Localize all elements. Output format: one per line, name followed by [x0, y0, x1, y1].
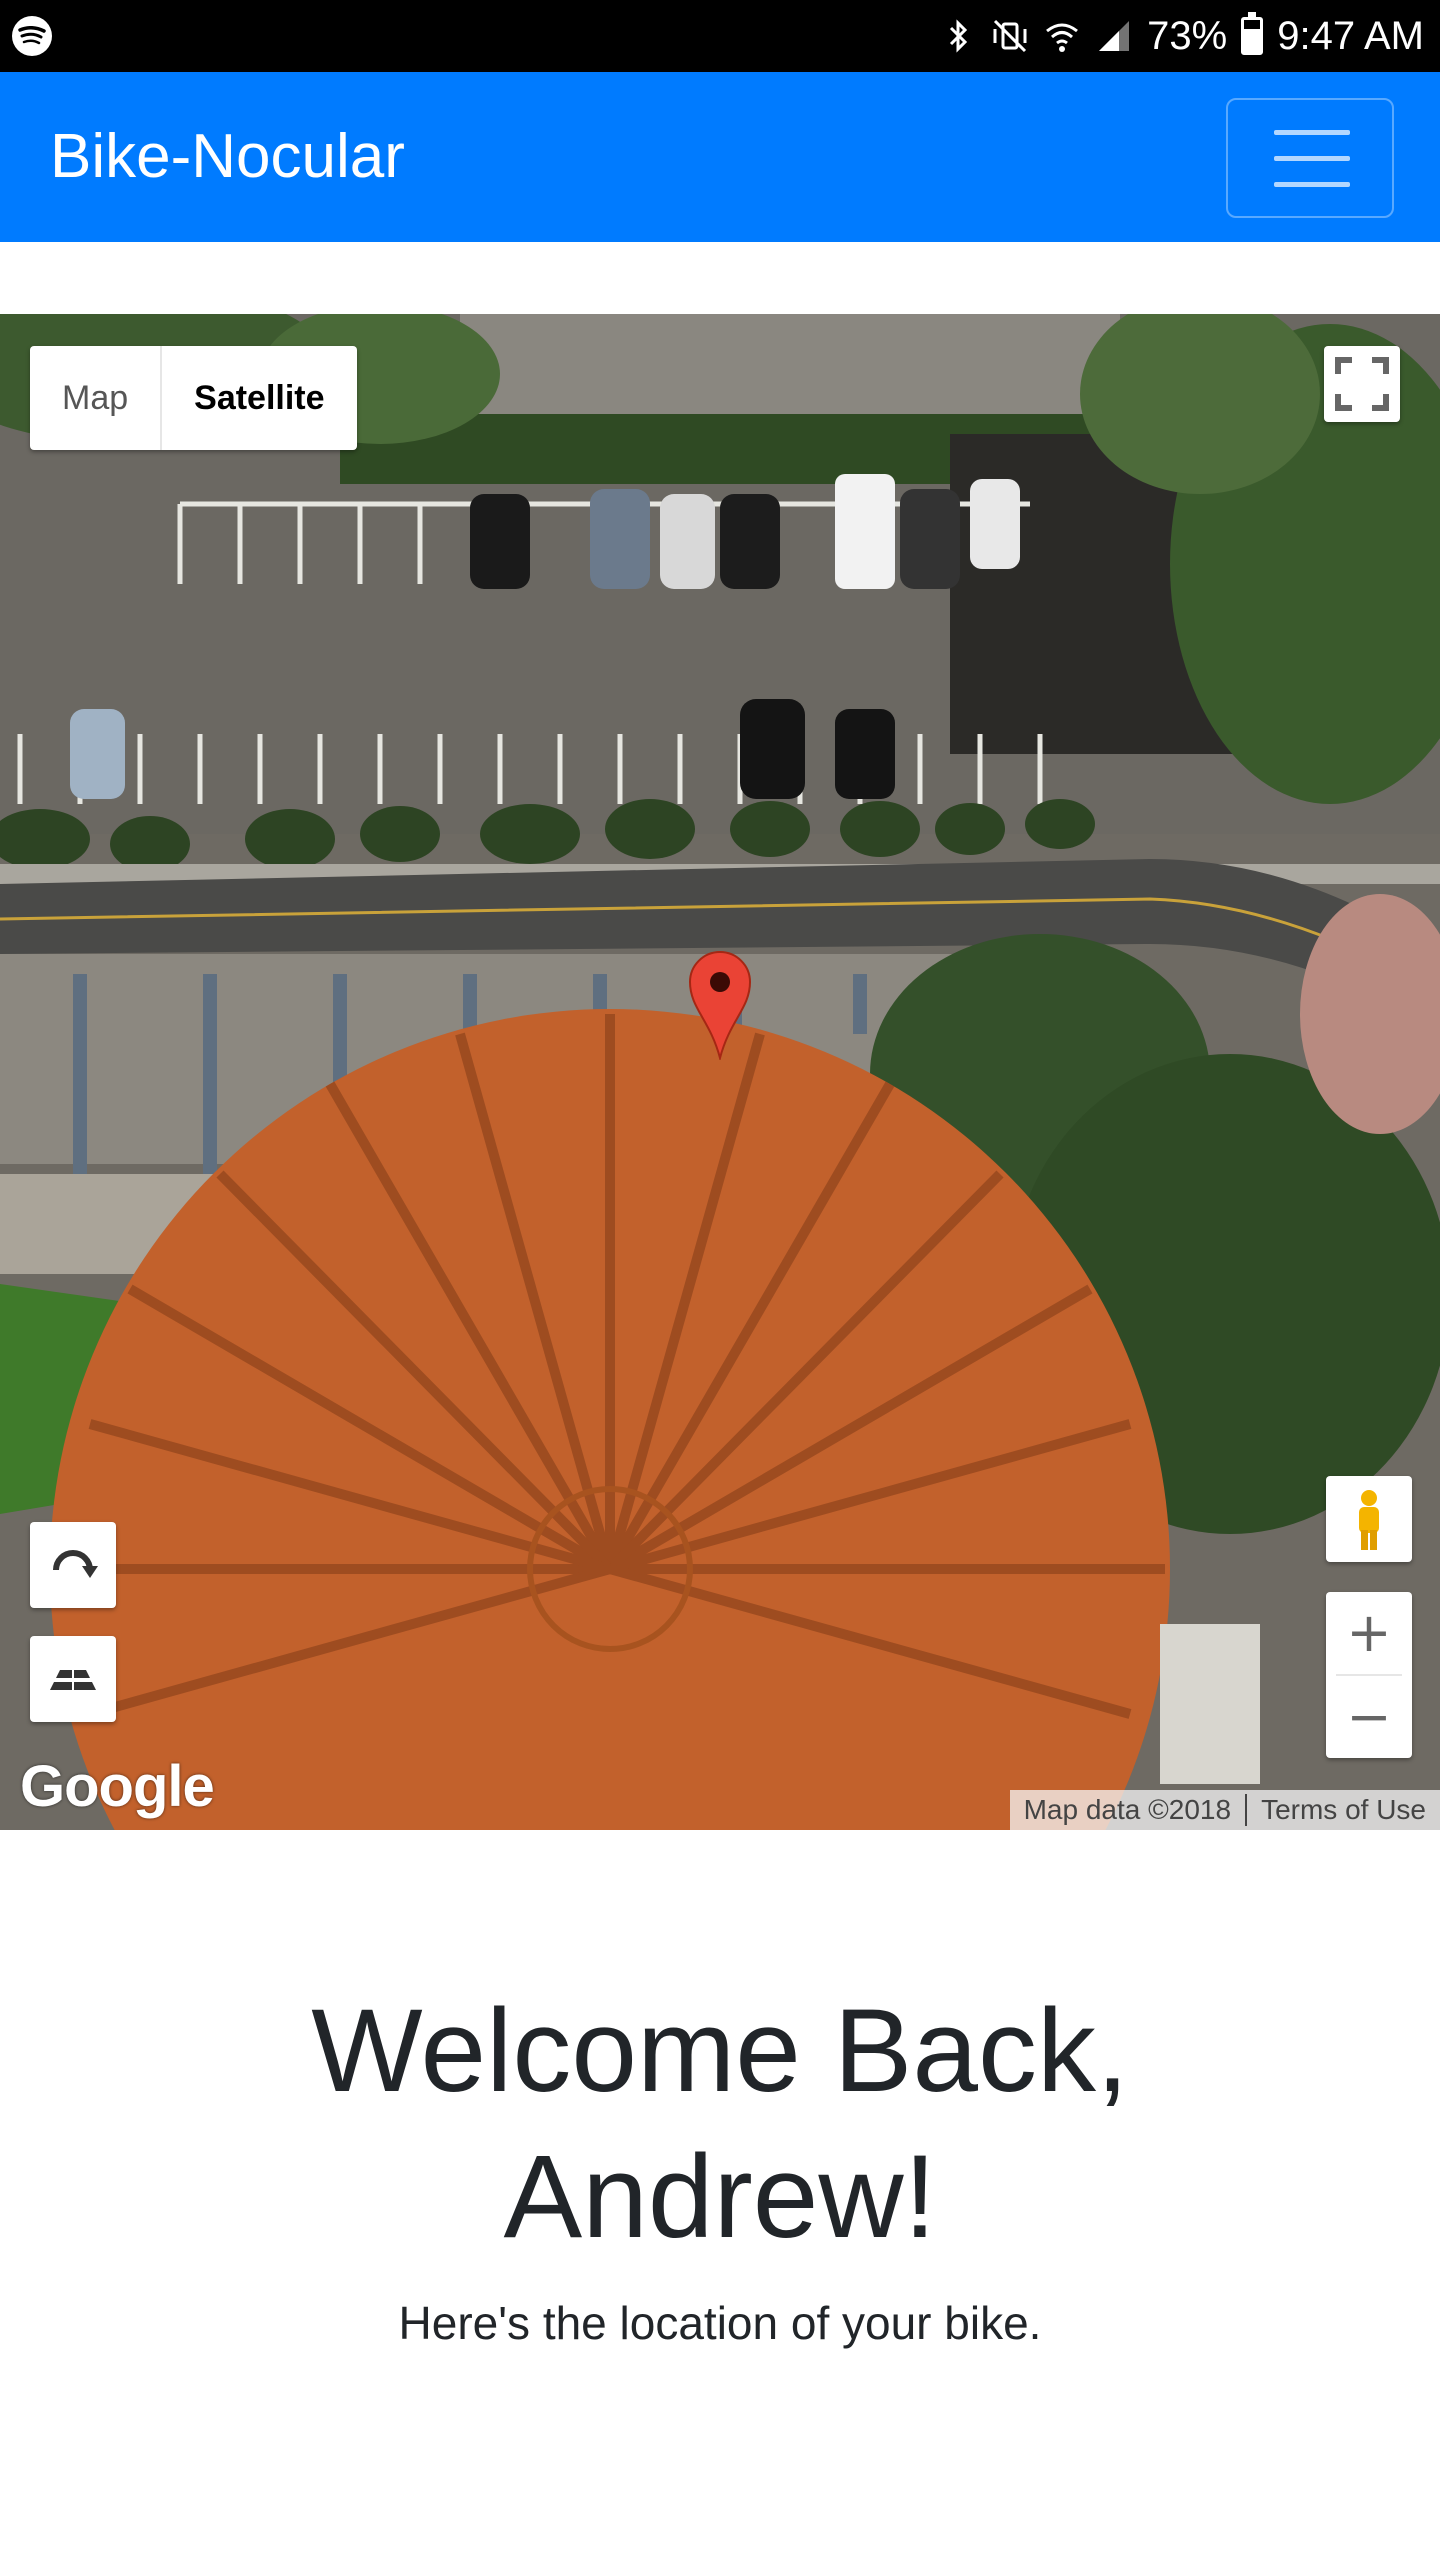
street-view-button[interactable] — [1326, 1476, 1412, 1562]
map-view[interactable]: Map Satellite + − Google Map data ©2018 … — [0, 314, 1440, 1830]
pegman-icon — [1359, 1490, 1379, 1550]
rotate-map-button[interactable] — [30, 1522, 116, 1608]
location-subtitle: Here's the location of your bike. — [398, 2297, 1042, 2349]
map-data-attribution: Map data ©2018 — [1023, 1794, 1232, 1825]
tilt-map-button[interactable] — [30, 1636, 116, 1722]
hamburger-icon — [1274, 156, 1350, 161]
bike-location-marker-icon[interactable] — [688, 950, 752, 1060]
status-bar: 73% 9:47 AM — [0, 0, 1440, 72]
tilt-icon — [50, 1670, 96, 1690]
brand-title[interactable]: Bike-Nocular — [50, 72, 405, 242]
map-type-control: Map Satellite — [30, 346, 357, 450]
signal-icon — [1099, 21, 1130, 51]
vibrate-icon — [993, 19, 1027, 53]
map-attribution: Map data ©2018 Terms of Use — [1009, 1790, 1440, 1830]
menu-toggle-button[interactable] — [1226, 98, 1394, 218]
battery-percent: 73% — [1147, 13, 1228, 58]
rotate-icon — [53, 1550, 98, 1578]
google-logo: Google — [20, 1754, 215, 1819]
map-type-map-button[interactable]: Map — [30, 346, 163, 450]
wifi-icon — [1046, 23, 1079, 52]
terms-of-use-link[interactable]: Terms of Use — [1247, 1790, 1440, 1830]
navbar: Bike-Nocular — [0, 72, 1440, 242]
hamburger-icon — [1274, 130, 1350, 135]
welcome-heading: Welcome Back, Andrew! — [0, 1978, 1440, 2270]
bluetooth-icon — [950, 19, 968, 53]
hamburger-icon — [1274, 182, 1350, 187]
fullscreen-icon — [1335, 357, 1389, 411]
battery-fill — [1244, 28, 1261, 52]
spotify-icon — [12, 16, 52, 56]
satellite-imagery — [0, 314, 1440, 1830]
map-type-satellite-button[interactable]: Satellite — [162, 346, 356, 450]
welcome-line-2: Andrew! — [503, 2131, 937, 2263]
zoom-control: + − — [1326, 1592, 1412, 1758]
fullscreen-button[interactable] — [1324, 346, 1400, 422]
zoom-out-button[interactable]: − — [1326, 1676, 1412, 1758]
clock: 9:47 AM — [1277, 13, 1424, 58]
welcome-line-1: Welcome Back, — [311, 1985, 1129, 2117]
zoom-in-button[interactable]: + — [1326, 1592, 1412, 1674]
battery-icon — [1241, 12, 1264, 55]
